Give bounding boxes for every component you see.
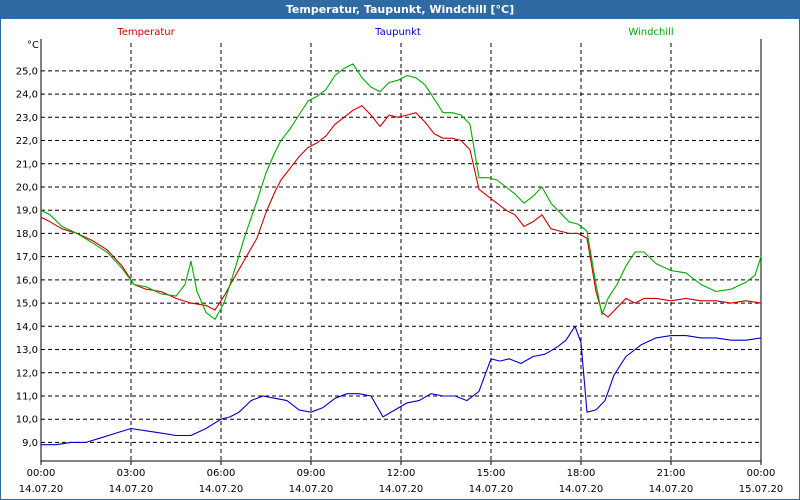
x-tick-time-label: 21:00 <box>657 468 686 479</box>
y-tick-label: 15,0 <box>16 299 38 310</box>
x-tick-date-label: 14.07.20 <box>199 484 244 495</box>
x-tick-date-label: 14.07.20 <box>19 484 64 495</box>
y-tick-label: 24,0 <box>16 90 38 101</box>
x-tick-date-label: 14.07.20 <box>379 484 424 495</box>
y-tick-label: 20,0 <box>16 182 38 193</box>
y-tick-label: 23,0 <box>16 113 38 124</box>
y-tick-label: 13,0 <box>16 345 38 356</box>
y-axis-unit-label: °C <box>27 40 39 51</box>
y-tick-label: 21,0 <box>16 159 38 170</box>
x-tick-date-label: 14.07.20 <box>649 484 694 495</box>
x-tick-time-label: 09:00 <box>297 468 326 479</box>
y-tick-label: 17,0 <box>16 252 38 263</box>
y-tick-label: 11,0 <box>16 391 38 402</box>
y-tick-label: 9,0 <box>22 438 38 449</box>
x-tick-time-label: 03:00 <box>117 468 146 479</box>
x-tick-time-label: 06:00 <box>207 468 236 479</box>
x-tick-date-label: 14.07.20 <box>559 484 604 495</box>
x-tick-time-label: 15:00 <box>477 468 506 479</box>
chart-window: Temperatur, Taupunkt, Windchill [°C] 9,0… <box>0 0 800 500</box>
y-tick-label: 14,0 <box>16 322 38 333</box>
x-tick-date-label: 14.07.20 <box>289 484 334 495</box>
legend-entry-windchill: Windchill <box>628 27 673 38</box>
x-tick-date-label: 14.07.20 <box>469 484 514 495</box>
y-tick-label: 18,0 <box>16 229 38 240</box>
legend-entry-temperatur: Temperatur <box>116 27 175 38</box>
y-tick-label: 10,0 <box>16 415 38 426</box>
x-tick-date-label: 15.07.20 <box>739 484 784 495</box>
x-tick-time-label: 00:00 <box>27 468 56 479</box>
x-tick-time-label: 12:00 <box>387 468 416 479</box>
y-tick-label: 12,0 <box>16 368 38 379</box>
y-tick-label: 19,0 <box>16 206 38 217</box>
y-tick-label: 25,0 <box>16 66 38 77</box>
y-tick-label: 16,0 <box>16 275 38 286</box>
line-chart: 9,0 10,0 11,0 12,0 13,0 14,0 15,0 16,0 17,0 18,0 1… <box>16 27 784 495</box>
legend-entry-taupunkt: Taupunkt <box>374 27 421 38</box>
y-tick-label: 22,0 <box>16 136 38 147</box>
x-tick-time-label: 00:00 <box>747 468 776 479</box>
x-tick-date-label: 14.07.20 <box>109 484 154 495</box>
x-tick-time-label: 18:00 <box>567 468 596 479</box>
